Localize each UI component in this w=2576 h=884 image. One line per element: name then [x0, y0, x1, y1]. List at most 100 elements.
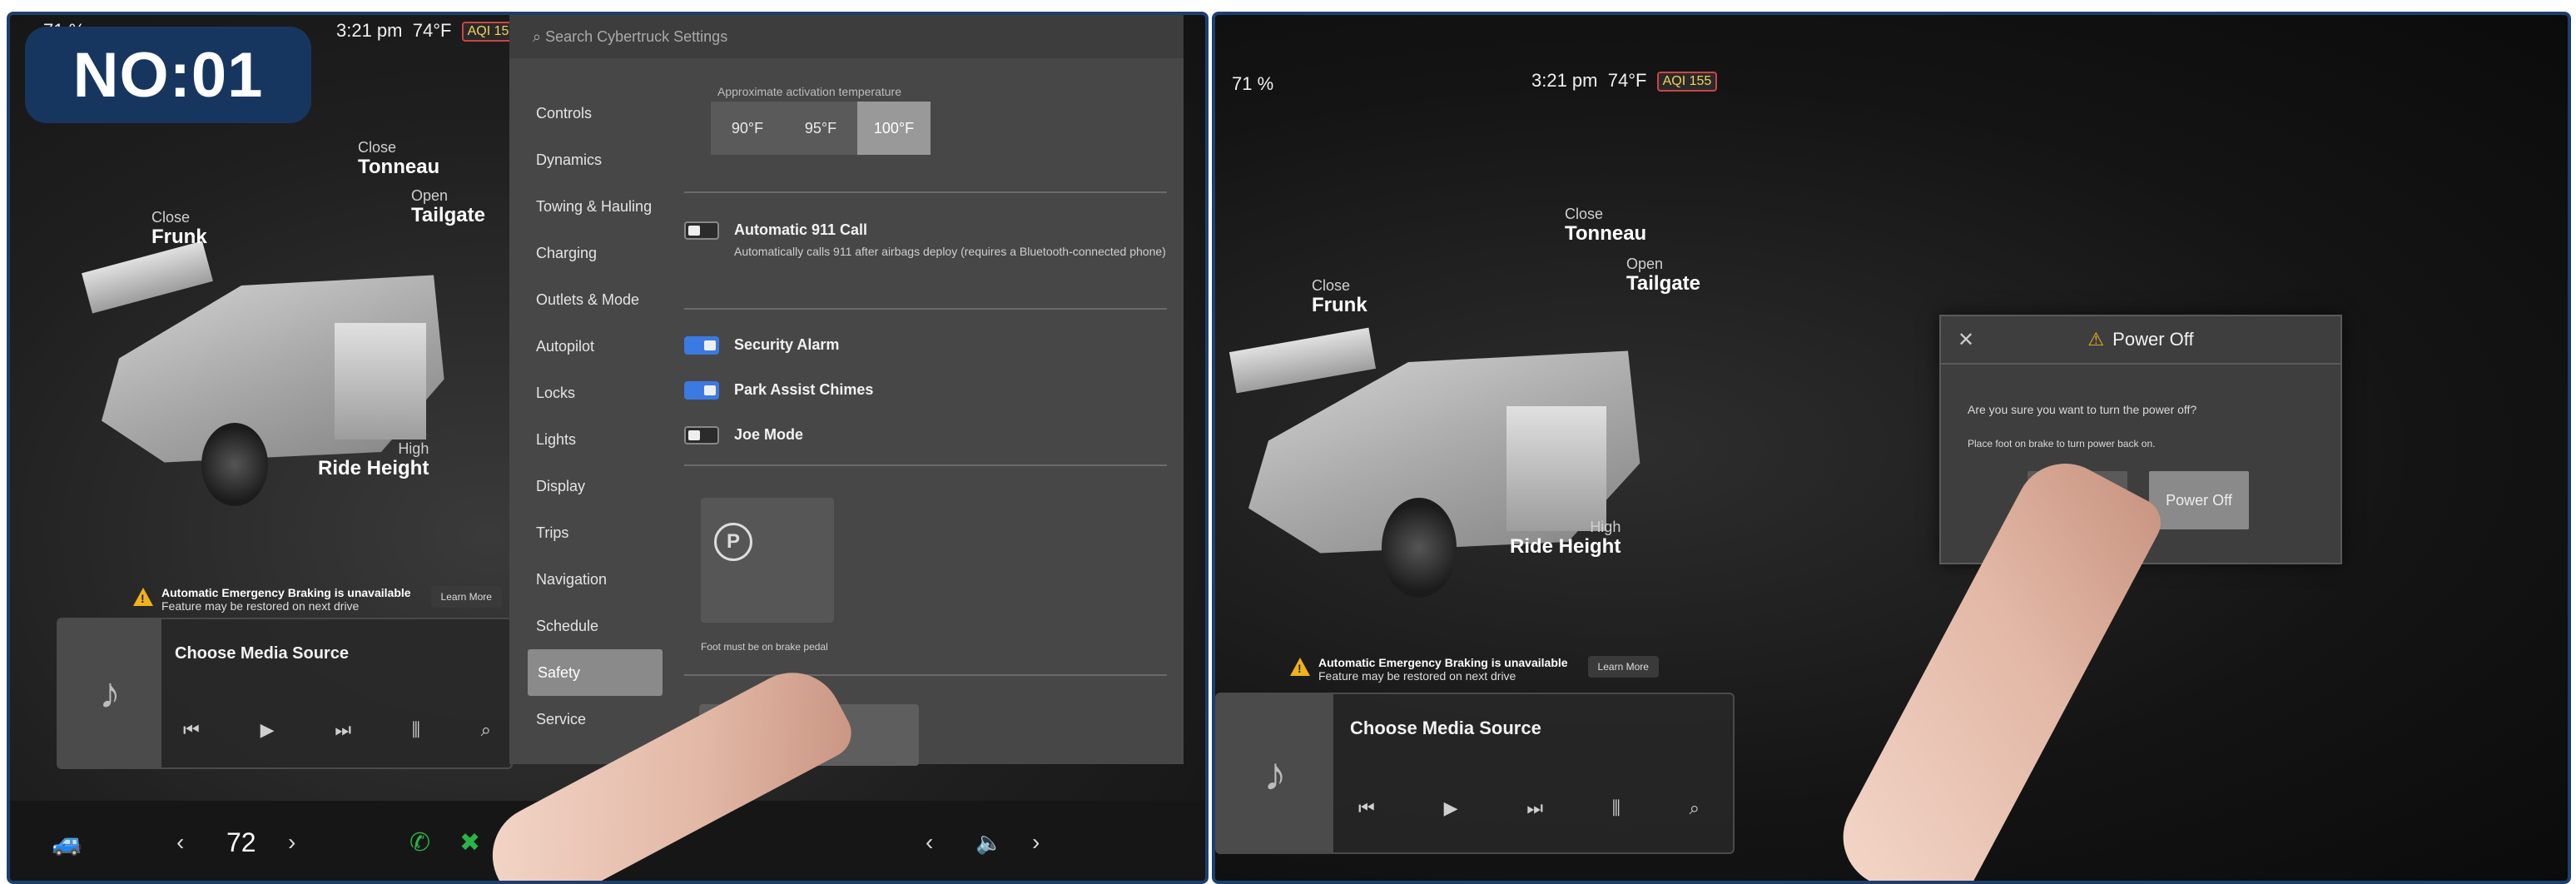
clock: 3:21 pm: [336, 20, 403, 41]
front-wheel: [201, 423, 268, 506]
auto-911-title: Automatic 911 Call: [734, 221, 868, 238]
learn-more-button[interactable]: Learn More: [1587, 656, 1659, 678]
warning-desc: Feature may be restored on next drive: [1318, 669, 1516, 683]
media-controls: ⏮ ▶ ⏭ ⫼ ⌕: [183, 719, 491, 741]
auto-911-row: Automatic 911 Call Automatically calls 9…: [684, 221, 1167, 261]
play-icon[interactable]: ▶: [1444, 797, 1458, 819]
nav-controls[interactable]: Controls: [509, 90, 676, 137]
tailgate-control[interactable]: Open Tailgate: [411, 187, 485, 226]
temp-selector: 90°F 95°F 100°F: [711, 102, 931, 155]
security-alarm-row: Security Alarm: [684, 336, 839, 355]
slide-number-badge: NO:01: [25, 27, 311, 123]
media-source-title[interactable]: Choose Media Source: [1350, 718, 1541, 739]
confirm-power-off-button[interactable]: Power Off: [2149, 471, 2249, 529]
temp-option-95[interactable]: 95°F: [784, 102, 857, 155]
nav-navigation[interactable]: Navigation: [509, 556, 676, 603]
auto-911-toggle[interactable]: [684, 221, 719, 240]
nav-locks[interactable]: Locks: [509, 370, 676, 416]
nav-service[interactable]: Service: [509, 696, 676, 742]
nav-trips[interactable]: Trips: [509, 509, 676, 556]
temp-option-100[interactable]: 100°F: [857, 102, 931, 155]
settings-panel: ⌕ Search Cybertruck Settings Controls Dy…: [509, 15, 1184, 766]
temp-up-icon[interactable]: ›: [288, 829, 295, 856]
warning-icon: ⚠: [2087, 329, 2105, 350]
next-track-icon[interactable]: ⏭: [1526, 797, 1543, 819]
warning-desc: Feature may be restored on next drive: [161, 599, 360, 613]
front-wheel: [1382, 498, 1457, 598]
security-alarm-toggle[interactable]: [684, 336, 719, 355]
equalizer-icon[interactable]: ⫼: [1612, 797, 1621, 819]
media-source-title[interactable]: Choose Media Source: [175, 644, 349, 663]
play-icon[interactable]: ▶: [261, 719, 275, 741]
joe-mode-row: Joe Mode: [684, 426, 803, 444]
park-assist-toggle[interactable]: [684, 381, 719, 400]
tonneau-control[interactable]: Close Tonneau: [1565, 206, 1646, 245]
divider: [684, 674, 1167, 676]
nav-schedule[interactable]: Schedule: [509, 603, 676, 649]
dialog-hint: Place foot on brake to turn power back o…: [1968, 438, 2156, 449]
tonneau-control[interactable]: Close Tonneau: [358, 139, 439, 178]
next-track-icon[interactable]: ⏭: [335, 719, 351, 741]
tailgate-action: Open: [1626, 256, 1664, 272]
previous-track-icon[interactable]: ⏮: [183, 719, 200, 741]
ride-height-control[interactable]: High Ride Height: [1510, 519, 1621, 558]
volume-down-icon[interactable]: ‹: [926, 829, 933, 856]
frunk-lid: [1228, 327, 1377, 394]
nav-charging[interactable]: Charging: [509, 230, 676, 276]
volume-up-icon[interactable]: ›: [1032, 829, 1040, 856]
time-temp-status: 3:21 pm 74°F AQI 155: [336, 20, 523, 42]
ride-height-level: High: [1590, 519, 1621, 535]
joe-mode-label: Joe Mode: [734, 426, 804, 443]
warning-title: Automatic Emergency Braking is unavailab…: [1318, 656, 1568, 669]
security-alarm-label: Security Alarm: [734, 336, 840, 353]
left-screen: 71 % 3:21 pm 74°F AQI 155 Close Frunk Cl…: [7, 12, 1209, 884]
ride-height-level: High: [398, 440, 429, 457]
temp-down-icon[interactable]: ‹: [176, 829, 184, 856]
learn-more-button[interactable]: Learn More: [430, 586, 502, 608]
safety-settings: Approximate activation temperature 90°F …: [684, 58, 1184, 766]
nav-display[interactable]: Display: [509, 463, 676, 509]
right-screen: 71 % 3:21 pm 74°F AQI 155 Close Frunk Cl…: [1212, 12, 2571, 884]
park-status-card: P: [701, 498, 834, 623]
search-placeholder: Search Cybertruck Settings: [545, 28, 728, 45]
aeb-warning: Automatic Emergency Braking is unavailab…: [133, 586, 502, 613]
volume-icon[interactable]: 🔈: [975, 830, 1002, 856]
joe-mode-toggle[interactable]: [684, 426, 719, 444]
nav-lights[interactable]: Lights: [509, 416, 676, 463]
search-icon[interactable]: ⌕: [481, 719, 491, 741]
equalizer-icon[interactable]: ⫼: [412, 719, 420, 741]
park-icon: P: [714, 523, 752, 561]
frunk-control[interactable]: Close Frunk: [1312, 277, 1367, 316]
power-note: Foot must be on brake pedal: [701, 641, 828, 653]
nav-towing[interactable]: Towing & Hauling: [509, 183, 676, 230]
divider: [684, 464, 1167, 466]
search-icon[interactable]: ⌕: [1690, 797, 1700, 819]
tailgate-control[interactable]: Open Tailgate: [1626, 256, 1700, 295]
nav-autopilot[interactable]: Autopilot: [509, 323, 676, 370]
frunk-control[interactable]: Close Frunk: [151, 209, 207, 248]
nav-dynamics[interactable]: Dynamics: [509, 137, 676, 183]
app-icon[interactable]: ✖: [459, 828, 480, 857]
open-door: [335, 323, 426, 440]
music-note-icon: ♪: [58, 619, 161, 767]
battery-status: 71 %: [1232, 73, 1274, 94]
auto-911-desc: Automatically calls 911 after airbags de…: [734, 245, 1166, 258]
clock: 3:21 pm: [1531, 70, 1598, 91]
ride-height-control[interactable]: High Ride Height: [318, 440, 429, 479]
tailgate-action: Open: [411, 187, 449, 204]
ride-height-label: Ride Height: [318, 456, 429, 479]
settings-search[interactable]: ⌕ Search Cybertruck Settings: [509, 15, 1184, 58]
car-icon[interactable]: 🚙: [52, 828, 82, 857]
cabin-temp[interactable]: 72: [226, 827, 256, 858]
open-door: [1506, 406, 1606, 531]
nav-safety[interactable]: Safety: [528, 649, 663, 696]
frunk-action: Close: [151, 209, 191, 226]
tonneau-action: Close: [1565, 206, 1604, 222]
previous-track-icon[interactable]: ⏮: [1358, 797, 1375, 819]
warning-icon: [133, 588, 153, 606]
outside-temp: 74°F: [412, 20, 452, 41]
nav-outlets[interactable]: Outlets & Mode: [509, 276, 676, 323]
aqi-badge: AQI 155: [1656, 72, 1718, 92]
temp-option-90[interactable]: 90°F: [711, 102, 784, 155]
phone-icon[interactable]: ✆: [409, 828, 430, 857]
